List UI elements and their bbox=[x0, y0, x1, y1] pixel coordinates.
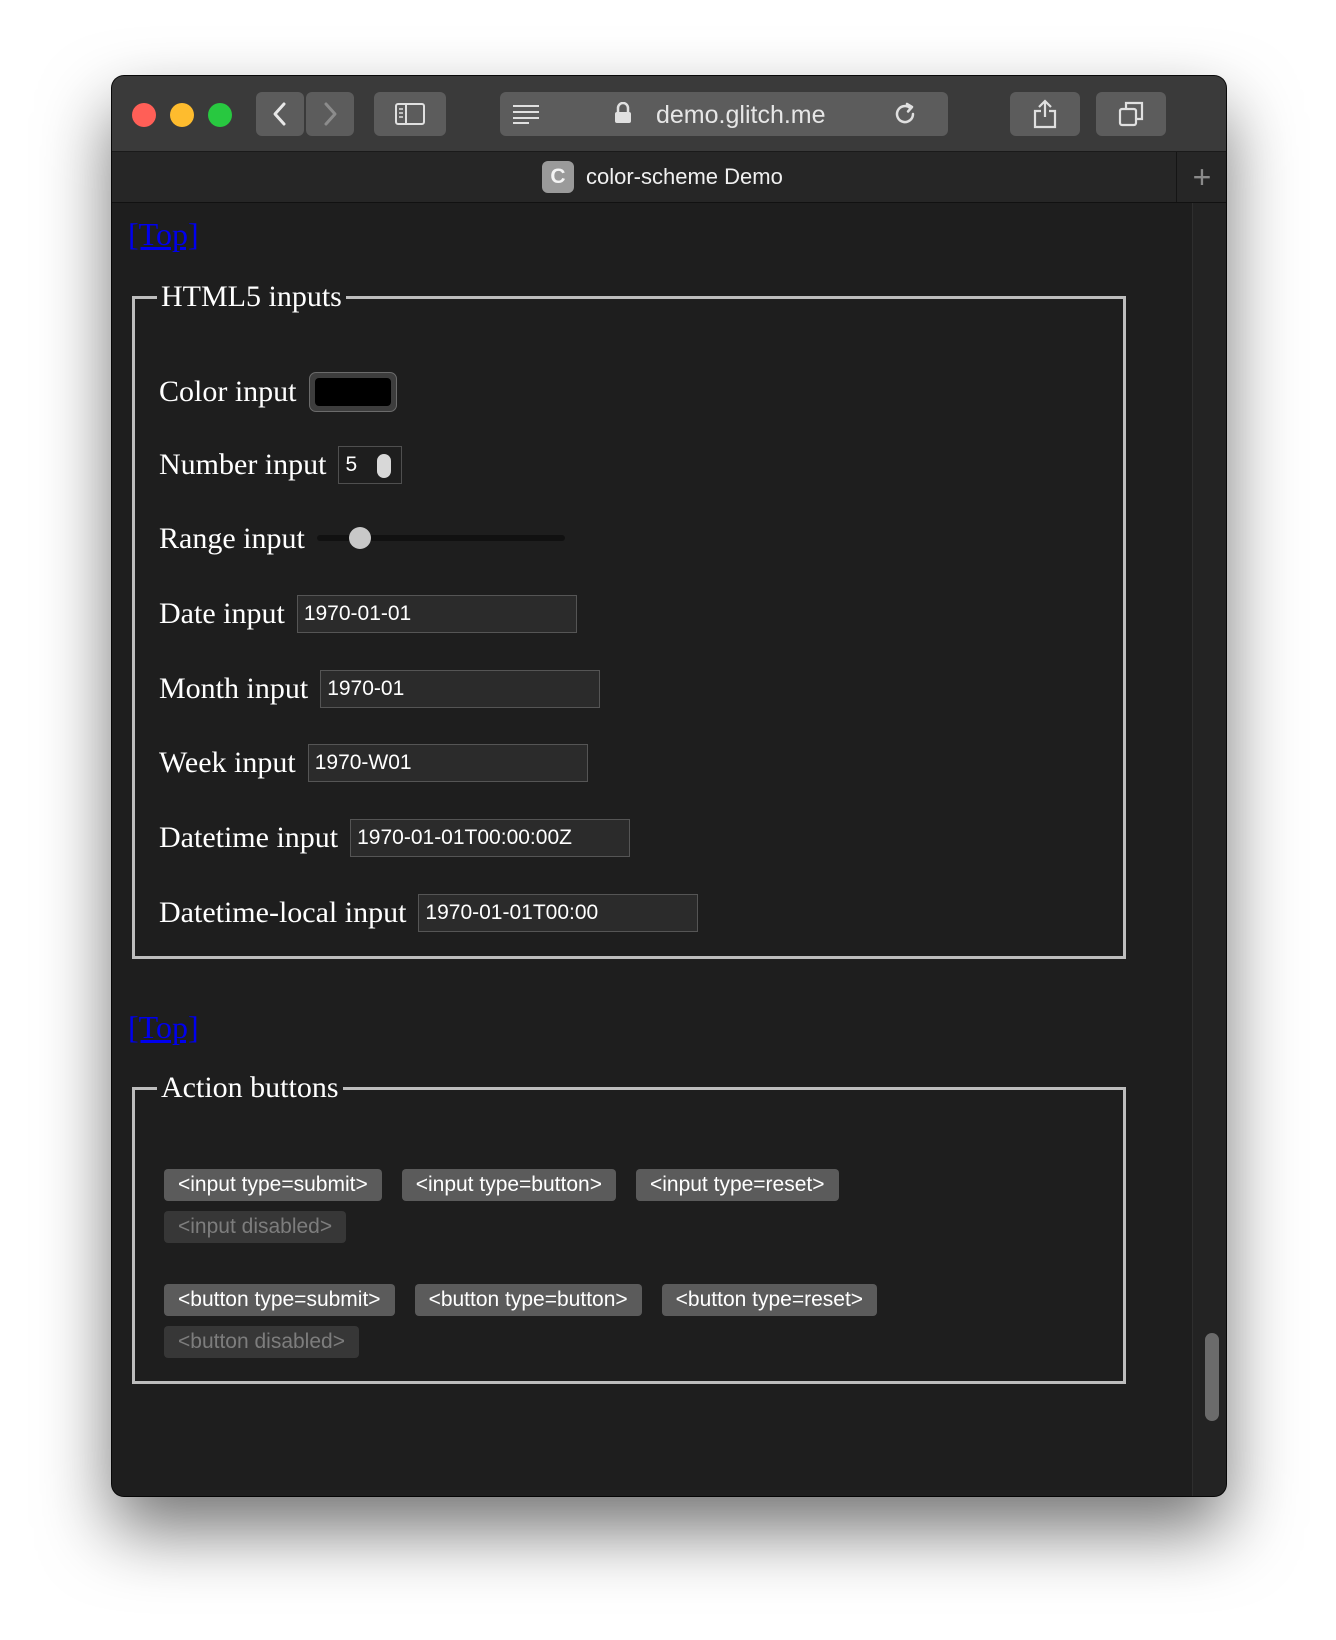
color-input-row: Color input bbox=[159, 372, 397, 412]
button-disabled-button: <button disabled> bbox=[164, 1326, 359, 1358]
number-input-value: 5 bbox=[345, 453, 358, 476]
color-input[interactable] bbox=[308, 372, 397, 412]
lock-icon bbox=[615, 102, 631, 123]
browser-toolbar: demo.glitch.me bbox=[112, 76, 1226, 152]
date-input-label: Date input bbox=[159, 597, 285, 630]
new-tab-button[interactable]: + bbox=[1176, 152, 1226, 202]
tab-overview-button[interactable] bbox=[1096, 92, 1166, 136]
tab-bar: C color-scheme Demo + bbox=[112, 152, 1226, 203]
share-button[interactable] bbox=[1010, 92, 1080, 136]
sidebar-icon bbox=[395, 103, 425, 125]
button-reset-button[interactable]: <button type=reset> bbox=[661, 1284, 878, 1316]
page-content: [Top] HTML5 inputs Color input Number in… bbox=[112, 203, 1192, 1496]
month-input-label: Month input bbox=[159, 672, 309, 705]
url-text: demo.glitch.me bbox=[656, 101, 826, 129]
button-buttons-row: <button type=submit> <button type=button… bbox=[164, 1284, 897, 1316]
datetime-local-input[interactable]: 1970-01-01T00:00 bbox=[418, 894, 699, 932]
week-input-row: Week input 1970-W01 bbox=[159, 744, 588, 782]
range-thumb[interactable] bbox=[348, 527, 371, 549]
input-reset-button[interactable]: <input type=reset> bbox=[635, 1169, 839, 1201]
html5-inputs-fieldset: HTML5 inputs Color input Number input 5 … bbox=[132, 280, 1126, 959]
chevron-left-icon bbox=[273, 102, 286, 126]
sidebar-button[interactable] bbox=[374, 92, 446, 136]
favicon: C bbox=[542, 161, 574, 193]
color-input-label: Color input bbox=[159, 375, 297, 408]
week-input[interactable]: 1970-W01 bbox=[307, 744, 588, 782]
range-input[interactable] bbox=[316, 524, 565, 554]
minimize-window-button[interactable] bbox=[170, 103, 194, 127]
html5-inputs-legend: HTML5 inputs bbox=[161, 280, 342, 313]
date-input-row: Date input 1970-01-01 bbox=[159, 595, 577, 633]
address-bar[interactable]: demo.glitch.me bbox=[500, 92, 948, 136]
month-input[interactable]: 1970-01 bbox=[320, 670, 601, 708]
tab-active[interactable]: C color-scheme Demo bbox=[542, 161, 783, 193]
forward-button[interactable] bbox=[306, 92, 354, 136]
scrollbar-thumb[interactable] bbox=[1205, 1333, 1219, 1421]
date-input[interactable]: 1970-01-01 bbox=[296, 595, 577, 633]
vertical-scrollbar[interactable] bbox=[1192, 203, 1226, 1496]
tab-overview-icon bbox=[1118, 101, 1144, 127]
input-button-button[interactable]: <input type=button> bbox=[401, 1169, 616, 1201]
input-submit-button[interactable]: <input type=submit> bbox=[164, 1169, 382, 1201]
range-input-label: Range input bbox=[159, 522, 305, 555]
month-input-row: Month input 1970-01 bbox=[159, 670, 601, 708]
close-window-button[interactable] bbox=[132, 103, 156, 127]
action-buttons-fieldset: Action buttons <input type=submit> <inpu… bbox=[132, 1071, 1126, 1384]
top-link[interactable]: [Top] bbox=[128, 216, 199, 253]
datetime-input[interactable]: 1970-01-01T00:00:00Z bbox=[350, 819, 631, 857]
range-input-row: Range input bbox=[159, 522, 565, 556]
week-input-label: Week input bbox=[159, 746, 296, 779]
reload-icon[interactable] bbox=[892, 101, 918, 127]
color-swatch bbox=[314, 378, 391, 406]
chevron-right-icon bbox=[324, 102, 337, 126]
input-disabled-button: <input disabled> bbox=[164, 1211, 347, 1243]
number-input-row: Number input 5 bbox=[159, 446, 403, 484]
browser-window: demo.glitch.me C color-scheme Demo + [To… bbox=[112, 76, 1226, 1496]
share-icon bbox=[1033, 99, 1057, 129]
button-button-button[interactable]: <button type=button> bbox=[414, 1284, 642, 1316]
button-submit-button[interactable]: <button type=submit> bbox=[164, 1284, 395, 1316]
number-input-label: Number input bbox=[159, 448, 327, 481]
datetime-input-row: Datetime input 1970-01-01T00:00:00Z bbox=[159, 819, 631, 857]
tab-title: color-scheme Demo bbox=[586, 164, 783, 189]
input-buttons-row: <input type=submit> <input type=button> … bbox=[164, 1169, 859, 1201]
action-buttons-legend: Action buttons bbox=[161, 1071, 339, 1104]
datetime-input-label: Datetime input bbox=[159, 821, 339, 854]
stepper-icon[interactable] bbox=[377, 454, 392, 478]
datetime-local-input-label: Datetime-local input bbox=[159, 896, 407, 929]
top-link[interactable]: [Top] bbox=[128, 1009, 199, 1046]
back-button[interactable] bbox=[256, 92, 304, 136]
number-input[interactable]: 5 bbox=[338, 446, 403, 484]
plus-icon: + bbox=[1192, 158, 1212, 195]
button-disabled-row: <button disabled> bbox=[164, 1326, 379, 1358]
input-disabled-row: <input disabled> bbox=[164, 1211, 366, 1243]
reader-icon[interactable] bbox=[512, 104, 540, 124]
datetime-local-input-row: Datetime-local input 1970-01-01T00:00 bbox=[159, 894, 699, 932]
zoom-window-button[interactable] bbox=[208, 103, 232, 127]
